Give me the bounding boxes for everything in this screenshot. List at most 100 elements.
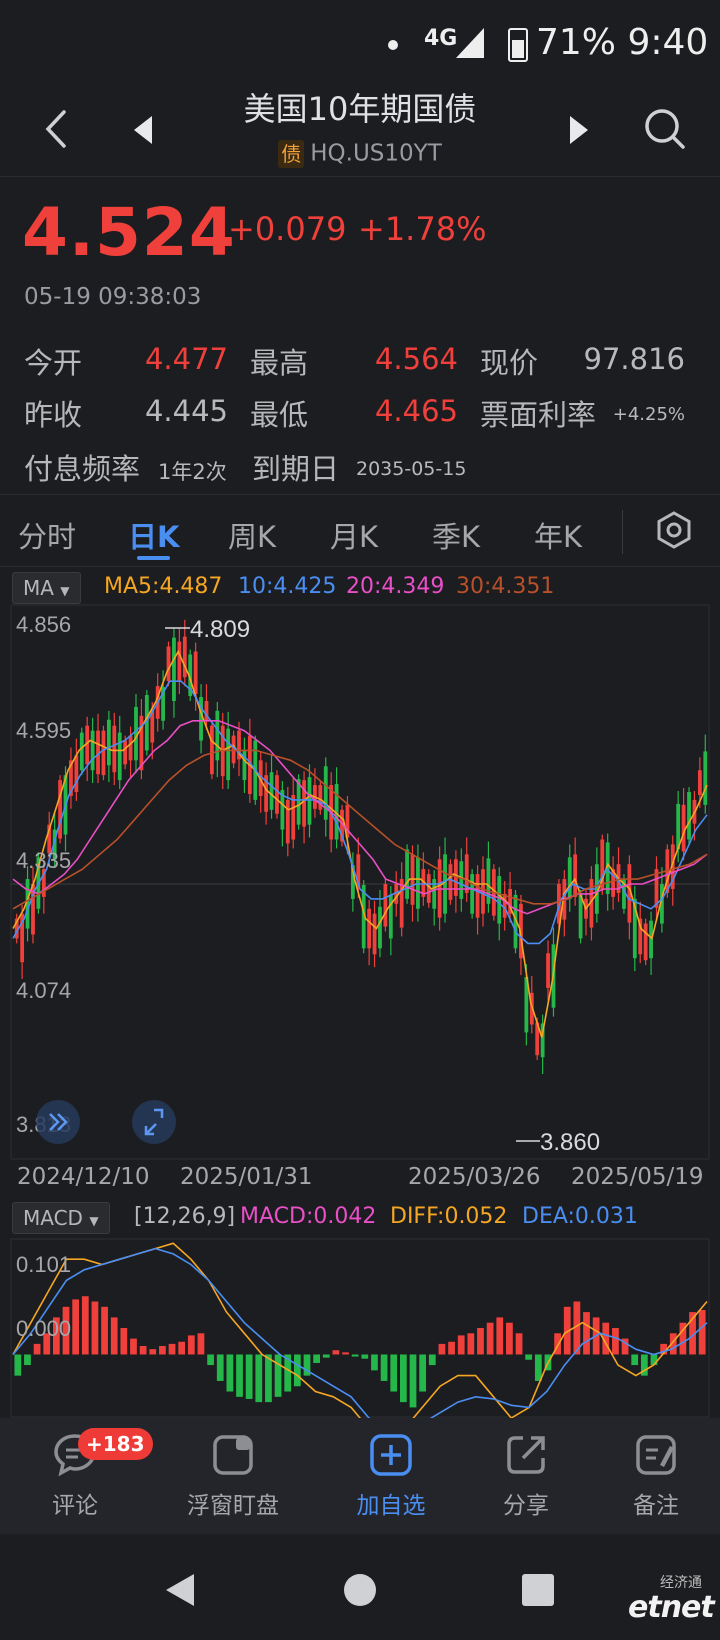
tab-daily-k[interactable]: 日K: [128, 514, 179, 556]
low-label: 最低: [250, 398, 309, 432]
macd-bar: [515, 1333, 523, 1355]
macd-bar: [371, 1354, 378, 1371]
notification-dot-icon: [388, 40, 398, 50]
share-label: 分享: [503, 1493, 549, 1519]
share-button[interactable]: 分享: [466, 1432, 586, 1520]
float-window-button[interactable]: 浮窗盯盘: [173, 1432, 293, 1520]
high-value: 4.564: [374, 342, 458, 376]
nav-back-icon[interactable]: [162, 1570, 198, 1610]
macd-bar: [159, 1346, 166, 1355]
macd-bar: [496, 1317, 504, 1355]
macd-bar: [351, 1354, 359, 1357]
candle-body: [567, 857, 572, 899]
ma5-value: MA5:4.487: [104, 574, 223, 599]
divider: [0, 566, 720, 567]
macd-bar: [322, 1354, 330, 1358]
price-change: +0.079: [228, 210, 347, 248]
clock: 9:40: [627, 22, 709, 63]
back-icon[interactable]: [36, 104, 76, 154]
comment-count-badge: +183: [78, 1428, 153, 1460]
previous-security-icon[interactable]: [130, 112, 160, 148]
min-annotation: 3.860: [516, 1129, 600, 1156]
macd-bar: [342, 1352, 349, 1355]
add-watchlist-label: 加自选: [356, 1493, 426, 1519]
macd-bar: [187, 1335, 195, 1355]
candle-body: [112, 725, 117, 773]
nav-home-icon[interactable]: [342, 1572, 378, 1608]
next-security-icon[interactable]: [562, 112, 592, 148]
macd-bar: [419, 1354, 427, 1392]
x-tick-date: 2025/03/26: [408, 1164, 541, 1190]
ma30-value: 30:4.351: [456, 574, 555, 599]
macd-bar: [486, 1322, 494, 1355]
candle-body: [90, 730, 95, 771]
coupon-label: 票面利率: [480, 398, 597, 432]
comment-label: 评论: [52, 1493, 98, 1519]
macd-bar: [226, 1354, 234, 1392]
candle-body: [193, 651, 198, 695]
payment-frequency-label: 付息频率: [24, 452, 141, 486]
note-button[interactable]: 备注: [596, 1432, 716, 1520]
divider: [0, 176, 720, 177]
diff-value: DIFF:0.052: [390, 1204, 508, 1229]
tab-yearly-k[interactable]: 年K: [534, 514, 582, 556]
candle-body: [323, 766, 328, 820]
tab-weekly-k[interactable]: 周K: [228, 514, 276, 556]
period-tabs: 分时 日K 周K 月K 季K 年K: [0, 500, 720, 566]
macd-select-label: MACD: [23, 1206, 83, 1230]
series-ma10-line: [12, 680, 708, 945]
candlestick-chart[interactable]: 4.8564.5954.3354.0743.813 4.809 3.860: [10, 604, 710, 1160]
candle-body: [546, 953, 550, 988]
coupon-value: +4.25%: [612, 404, 685, 425]
y-tick-label: 4.074: [16, 978, 71, 1003]
tab-intraday[interactable]: 分时: [18, 514, 76, 556]
candle-body: [106, 719, 111, 766]
chevron-down-icon: ▼: [60, 584, 70, 598]
macd-indicator-select[interactable]: MACD ▼: [12, 1202, 110, 1234]
y-tick-label: 4.335: [16, 848, 71, 873]
candle-body: [182, 636, 187, 678]
current-price-label: 现价: [480, 346, 539, 380]
search-icon[interactable]: [640, 100, 690, 158]
ma-select-label: MA: [23, 576, 54, 600]
last-price: 4.524: [22, 194, 236, 271]
system-navigation-bar: [0, 1534, 720, 1640]
macd-bar: [265, 1354, 272, 1403]
y-axis-ticks: 0.101 0.000: [16, 1252, 71, 1341]
high-label: 最高: [250, 346, 309, 380]
candle-body: [172, 637, 176, 701]
macd-chart[interactable]: 0.101 0.000: [10, 1238, 710, 1418]
price-change-percent: +1.78%: [358, 210, 487, 248]
current-price-value: 97.816: [583, 342, 685, 376]
candle-body: [687, 791, 691, 840]
candle-body: [448, 864, 453, 900]
tab-quarterly-k[interactable]: 季K: [432, 514, 480, 556]
y-tick-label: 4.595: [16, 718, 71, 743]
macd-params: [12,26,9]: [134, 1204, 236, 1229]
divider: [0, 494, 720, 495]
candle-body: [372, 913, 377, 955]
chart-settings-icon[interactable]: [654, 510, 694, 550]
nav-recents-icon[interactable]: [520, 1572, 556, 1608]
candle-body: [275, 775, 279, 814]
ma-indicator-select[interactable]: MA ▼: [12, 572, 81, 604]
macd-bar: [409, 1354, 417, 1408]
candles: [14, 619, 708, 1074]
max-annotation: 4.809: [165, 616, 250, 643]
candle-body: [101, 730, 106, 776]
macd-bar: [313, 1354, 320, 1363]
candle-body: [497, 876, 502, 924]
security-title: 美国10年期国债: [243, 90, 477, 128]
low-value: 4.465: [374, 394, 458, 428]
macd-bar: [14, 1354, 22, 1376]
tab-monthly-k[interactable]: 月K: [330, 514, 378, 556]
battery-and-time: 71% 9:40: [536, 22, 708, 63]
macd-bar: [698, 1310, 706, 1355]
add-watchlist-button[interactable]: 加自选: [331, 1432, 451, 1520]
macd-bar: [139, 1346, 147, 1355]
macd-bar: [91, 1301, 99, 1355]
macd-bar: [101, 1306, 108, 1355]
fullscreen-button[interactable]: [132, 1100, 176, 1144]
x-tick-date: 2025/05/19: [571, 1164, 704, 1190]
candle-body: [215, 710, 220, 761]
